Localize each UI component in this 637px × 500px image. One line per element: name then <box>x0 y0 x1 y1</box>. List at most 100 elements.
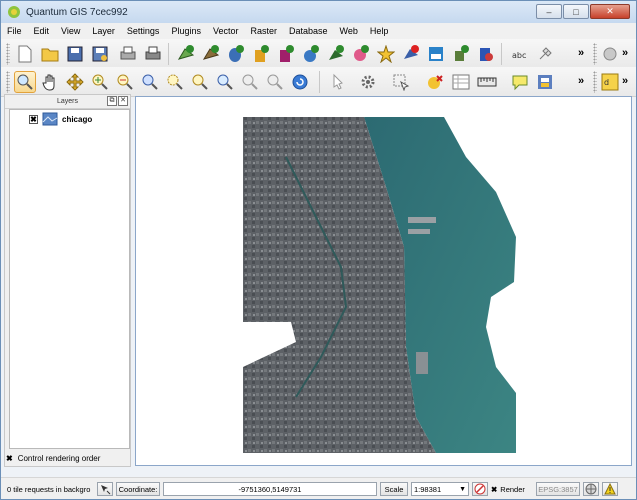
mouse-coordinates-icon <box>101 485 111 495</box>
add-delimited-text-icon[interactable] <box>425 43 447 65</box>
toolbar-grip[interactable] <box>6 71 10 93</box>
toolbar-grip[interactable] <box>6 43 10 65</box>
toolbar-file-layers: abc » » <box>1 39 636 69</box>
zoom-next-icon[interactable] <box>264 71 286 93</box>
identify-features-icon[interactable] <box>327 71 349 93</box>
control-rendering-order[interactable]: ✖ Control rendering order <box>6 454 100 463</box>
new-shapefile-icon[interactable] <box>375 43 397 65</box>
render-checkbox[interactable]: ✖ <box>491 485 497 494</box>
menu-database[interactable]: Database <box>283 26 334 36</box>
minimize-button[interactable]: – <box>536 4 562 19</box>
menu-edit[interactable]: Edit <box>28 26 56 36</box>
zoom-full-icon[interactable] <box>139 71 161 93</box>
add-gpx-icon[interactable] <box>450 43 472 65</box>
zoom-in-icon[interactable] <box>89 71 111 93</box>
menu-view[interactable]: View <box>55 26 86 36</box>
chevron-down-icon[interactable]: ▼ <box>459 486 466 493</box>
main-window: Quantum GIS 7cec992 – □ ✕ File Edit View… <box>0 0 637 500</box>
maximize-button[interactable]: □ <box>563 4 589 19</box>
stop-render-icon <box>474 483 486 495</box>
add-wcs-layer-icon[interactable] <box>350 43 372 65</box>
menu-plugins[interactable]: Plugins <box>165 26 207 36</box>
projection-button[interactable] <box>583 482 599 496</box>
print-icon[interactable] <box>142 43 164 65</box>
toggle-extents-button[interactable] <box>97 482 113 496</box>
toolbar-navigation: » d » <box>1 67 636 97</box>
menu-vector[interactable]: Vector <box>207 26 245 36</box>
deselect-features-icon[interactable] <box>424 71 446 93</box>
add-mssql-layer-icon[interactable] <box>275 43 297 65</box>
menu-raster[interactable]: Raster <box>244 26 283 36</box>
toolbar-grip[interactable] <box>593 43 597 65</box>
save-project-icon[interactable] <box>64 43 86 65</box>
open-project-icon[interactable] <box>39 43 61 65</box>
menu-bar: File Edit View Layer Settings Plugins Ve… <box>1 23 636 39</box>
zoom-to-selection-icon[interactable] <box>164 71 186 93</box>
projection-globe-icon <box>585 483 597 495</box>
add-raster-layer-icon[interactable] <box>200 43 222 65</box>
run-feature-action-icon[interactable] <box>357 71 379 93</box>
save-as-icon[interactable] <box>89 43 111 65</box>
layer-item[interactable]: ✖ chicago <box>10 111 92 127</box>
render-toggle[interactable]: ✖ Render <box>491 482 533 496</box>
print-composer-icon[interactable] <box>117 43 139 65</box>
title-bar: Quantum GIS 7cec992 – □ ✕ <box>1 1 636 23</box>
close-button[interactable]: ✕ <box>590 4 630 19</box>
menu-web[interactable]: Web <box>334 26 364 36</box>
toolbar-overflow-button[interactable]: » <box>622 75 628 87</box>
pan-to-selection-icon[interactable] <box>64 71 86 93</box>
zoom-native-resolution-icon[interactable] <box>214 71 236 93</box>
add-oracle-layer-icon[interactable] <box>300 43 322 65</box>
pin-labels-icon[interactable] <box>534 43 556 65</box>
field-calculator-icon[interactable]: d <box>599 71 621 93</box>
float-panel-button[interactable]: ⧉ <box>107 96 117 106</box>
layers-panel-header: Layers ⧉ ✕ <box>5 95 130 109</box>
add-vector-layer-icon[interactable] <box>175 43 197 65</box>
menu-settings[interactable]: Settings <box>121 26 166 36</box>
menu-help[interactable]: Help <box>364 26 395 36</box>
zoom-last-icon[interactable] <box>239 71 261 93</box>
new-bookmark-icon[interactable] <box>534 71 556 93</box>
stop-rendering-button[interactable] <box>472 482 488 496</box>
layer-visibility-checkbox[interactable]: ✖ <box>29 114 38 124</box>
add-wfs-layer-icon[interactable] <box>475 43 497 65</box>
chicago-raster-image <box>243 117 516 453</box>
crs-status-button[interactable]: EPSG:3857 <box>536 482 580 496</box>
layer-tree: ✖ chicago <box>9 109 130 449</box>
add-wms-layer-icon[interactable] <box>325 43 347 65</box>
add-spatialite-layer-icon[interactable] <box>250 43 272 65</box>
coordinate-field[interactable]: -9751360,5149731 <box>163 482 377 496</box>
status-bar: 0 tile requests in backgro Coordinate: -… <box>1 477 636 499</box>
render-label: Render <box>500 484 525 494</box>
toolbar-overflow-button[interactable]: » <box>622 47 628 59</box>
scale-combobox[interactable]: 1:98381 ▼ <box>411 482 469 496</box>
toolbar-separator <box>168 43 169 65</box>
menu-layer[interactable]: Layer <box>86 26 121 36</box>
zoom-to-layer-icon[interactable] <box>189 71 211 93</box>
select-features-icon[interactable] <box>390 71 412 93</box>
measure-line-icon[interactable] <box>476 71 498 93</box>
menu-file[interactable]: File <box>1 26 28 36</box>
toolbar-separator <box>319 71 320 93</box>
open-attribute-table-icon[interactable] <box>450 71 472 93</box>
layers-panel: Layers ⧉ ✕ ✖ chicago <box>4 94 131 467</box>
raster-layer-icon <box>42 112 58 126</box>
add-postgis-layer-icon[interactable] <box>225 43 247 65</box>
map-canvas[interactable] <box>135 96 632 466</box>
touch-zoom-icon[interactable] <box>14 71 36 93</box>
label-tool-icon[interactable]: abc <box>509 43 531 65</box>
plugin-tool-icon[interactable] <box>599 43 621 65</box>
new-project-icon[interactable] <box>14 43 36 65</box>
map-tips-icon[interactable] <box>509 71 531 93</box>
close-panel-button[interactable]: ✕ <box>118 96 128 106</box>
toolbar-overflow-button[interactable]: » <box>578 75 584 87</box>
zoom-out-icon[interactable] <box>114 71 136 93</box>
remove-layer-icon[interactable] <box>400 43 422 65</box>
toolbar-grip[interactable] <box>593 71 597 93</box>
refresh-icon[interactable] <box>289 71 311 93</box>
pan-map-icon[interactable] <box>39 71 61 93</box>
svg-text:abc: abc <box>512 51 526 60</box>
messages-button[interactable] <box>602 482 618 496</box>
toolbar-overflow-button[interactable]: » <box>578 47 584 59</box>
control-rendering-order-checkbox[interactable]: ✖ <box>6 454 13 463</box>
